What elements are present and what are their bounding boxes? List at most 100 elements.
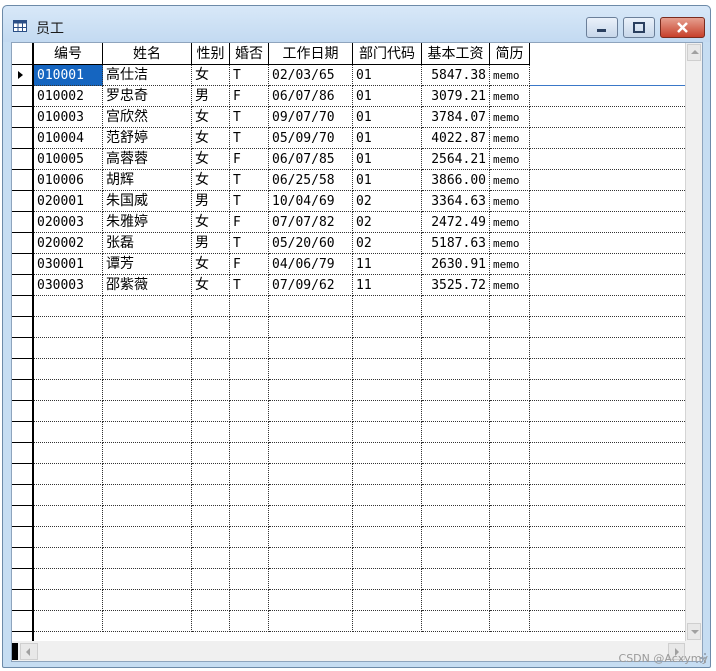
empty-cell[interactable] bbox=[353, 485, 422, 506]
table-cell[interactable]: memo bbox=[490, 128, 530, 149]
empty-cell[interactable] bbox=[269, 380, 353, 401]
table-cell[interactable]: 5187.63 bbox=[422, 233, 490, 254]
record-selector[interactable] bbox=[12, 107, 32, 128]
table-cell[interactable]: 01 bbox=[353, 107, 422, 128]
empty-cell[interactable] bbox=[353, 422, 422, 443]
empty-cell[interactable] bbox=[103, 611, 192, 632]
empty-cell[interactable] bbox=[192, 527, 230, 548]
record-selector[interactable] bbox=[12, 65, 32, 86]
empty-cell[interactable] bbox=[34, 464, 103, 485]
empty-cell[interactable] bbox=[353, 401, 422, 422]
table-cell[interactable]: 范舒婷 bbox=[103, 128, 192, 149]
table-cell[interactable]: 09/07/70 bbox=[269, 107, 353, 128]
record-selector[interactable] bbox=[12, 401, 32, 422]
table-cell[interactable]: 020003 bbox=[34, 212, 103, 233]
table-cell[interactable]: 010004 bbox=[34, 128, 103, 149]
empty-cell[interactable] bbox=[490, 548, 530, 569]
table-cell[interactable]: 5847.38 bbox=[422, 65, 490, 86]
empty-cell[interactable] bbox=[192, 611, 230, 632]
empty-cell[interactable] bbox=[192, 590, 230, 611]
record-selector[interactable] bbox=[12, 86, 32, 107]
empty-cell[interactable] bbox=[230, 380, 269, 401]
empty-cell[interactable] bbox=[269, 317, 353, 338]
table-cell[interactable]: 01 bbox=[353, 128, 422, 149]
table-cell[interactable]: 010005 bbox=[34, 149, 103, 170]
column-header[interactable]: 姓名 bbox=[103, 43, 192, 65]
table-cell[interactable]: 女 bbox=[192, 254, 230, 275]
empty-cell[interactable] bbox=[192, 380, 230, 401]
empty-cell[interactable] bbox=[422, 422, 490, 443]
table-cell[interactable]: memo bbox=[490, 233, 530, 254]
record-selector[interactable] bbox=[12, 296, 32, 317]
empty-cell[interactable] bbox=[103, 296, 192, 317]
table-cell[interactable]: memo bbox=[490, 275, 530, 296]
empty-cell[interactable] bbox=[103, 464, 192, 485]
empty-cell[interactable] bbox=[34, 569, 103, 590]
empty-cell[interactable] bbox=[34, 590, 103, 611]
table-cell[interactable]: 02 bbox=[353, 191, 422, 212]
scroll-down-button[interactable] bbox=[687, 623, 701, 640]
record-selector[interactable] bbox=[12, 317, 32, 338]
empty-cell[interactable] bbox=[353, 338, 422, 359]
empty-cell[interactable] bbox=[353, 317, 422, 338]
empty-cell[interactable] bbox=[269, 443, 353, 464]
record-selector[interactable] bbox=[12, 233, 32, 254]
empty-cell[interactable] bbox=[103, 380, 192, 401]
table-cell[interactable]: 朱国威 bbox=[103, 191, 192, 212]
table-cell[interactable]: F bbox=[230, 149, 269, 170]
empty-cell[interactable] bbox=[353, 527, 422, 548]
table-cell[interactable]: T bbox=[230, 65, 269, 86]
empty-cell[interactable] bbox=[422, 569, 490, 590]
table-cell[interactable]: 010002 bbox=[34, 86, 103, 107]
record-selector[interactable] bbox=[12, 464, 32, 485]
table-cell[interactable]: 3866.00 bbox=[422, 170, 490, 191]
empty-cell[interactable] bbox=[192, 506, 230, 527]
empty-cell[interactable] bbox=[269, 569, 353, 590]
empty-cell[interactable] bbox=[353, 296, 422, 317]
empty-cell[interactable] bbox=[422, 443, 490, 464]
empty-cell[interactable] bbox=[422, 401, 490, 422]
record-selector[interactable] bbox=[12, 275, 32, 296]
empty-cell[interactable] bbox=[230, 548, 269, 569]
empty-cell[interactable] bbox=[230, 590, 269, 611]
empty-cell[interactable] bbox=[353, 611, 422, 632]
empty-cell[interactable] bbox=[34, 338, 103, 359]
table-cell[interactable]: 01 bbox=[353, 65, 422, 86]
record-selector[interactable] bbox=[12, 380, 32, 401]
empty-cell[interactable] bbox=[490, 506, 530, 527]
column-header[interactable]: 婚否 bbox=[230, 43, 269, 65]
empty-cell[interactable] bbox=[353, 443, 422, 464]
empty-cell[interactable] bbox=[353, 590, 422, 611]
empty-cell[interactable] bbox=[34, 401, 103, 422]
empty-cell[interactable] bbox=[490, 569, 530, 590]
table-cell[interactable]: 3784.07 bbox=[422, 107, 490, 128]
table-cell[interactable]: 020001 bbox=[34, 191, 103, 212]
record-selector[interactable] bbox=[12, 254, 32, 275]
empty-cell[interactable] bbox=[103, 422, 192, 443]
empty-cell[interactable] bbox=[422, 380, 490, 401]
record-selector[interactable] bbox=[12, 548, 32, 569]
empty-cell[interactable] bbox=[490, 527, 530, 548]
empty-cell[interactable] bbox=[422, 317, 490, 338]
empty-cell[interactable] bbox=[269, 485, 353, 506]
empty-cell[interactable] bbox=[103, 401, 192, 422]
table-cell[interactable]: 朱雅婷 bbox=[103, 212, 192, 233]
empty-cell[interactable] bbox=[34, 443, 103, 464]
table-cell[interactable]: 010006 bbox=[34, 170, 103, 191]
table-cell[interactable]: 女 bbox=[192, 212, 230, 233]
empty-cell[interactable] bbox=[103, 317, 192, 338]
empty-cell[interactable] bbox=[192, 338, 230, 359]
table-cell[interactable]: 020002 bbox=[34, 233, 103, 254]
empty-cell[interactable] bbox=[230, 569, 269, 590]
empty-cell[interactable] bbox=[192, 401, 230, 422]
empty-cell[interactable] bbox=[422, 338, 490, 359]
table-cell[interactable]: 3525.72 bbox=[422, 275, 490, 296]
table-cell[interactable]: memo bbox=[490, 191, 530, 212]
column-header[interactable]: 基本工资 bbox=[422, 43, 490, 65]
empty-cell[interactable] bbox=[353, 359, 422, 380]
table-cell[interactable]: T bbox=[230, 191, 269, 212]
empty-cell[interactable] bbox=[422, 506, 490, 527]
empty-cell[interactable] bbox=[490, 422, 530, 443]
empty-cell[interactable] bbox=[422, 485, 490, 506]
table-cell[interactable]: 男 bbox=[192, 86, 230, 107]
